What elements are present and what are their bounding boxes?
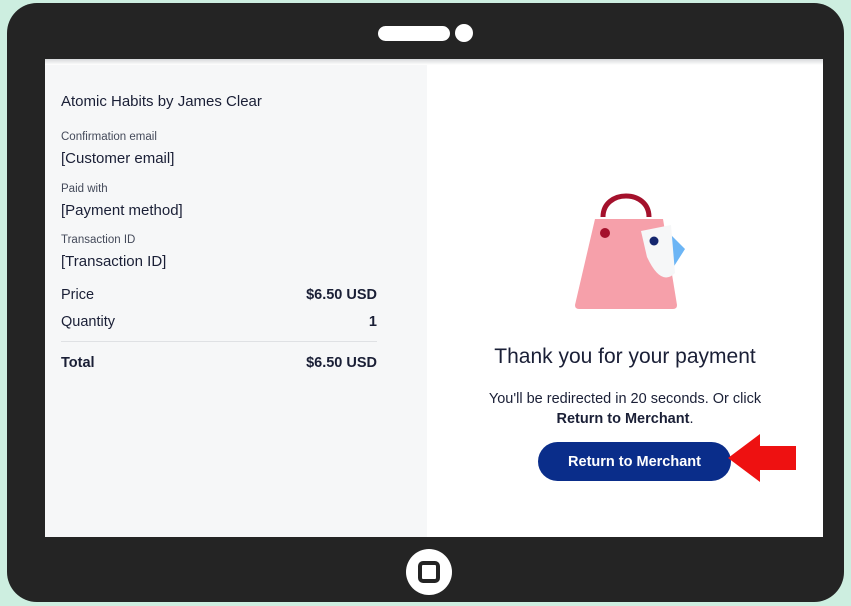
- confirmation-email-value: [Customer email]: [61, 150, 175, 167]
- order-summary-panel: Atomic Habits by James Clear Confirmatio…: [45, 65, 427, 537]
- transaction-id-label: Transaction ID: [61, 234, 136, 246]
- confirmation-email-label: Confirmation email: [61, 131, 157, 143]
- transaction-id-value: [Transaction ID]: [61, 253, 167, 270]
- thank-you-heading: Thank you for your payment: [494, 345, 756, 368]
- quantity-label: Quantity: [61, 314, 115, 330]
- speaker-slot: [378, 26, 450, 41]
- product-title: Atomic Habits by James Clear: [61, 93, 262, 110]
- camera-dot: [455, 24, 473, 42]
- tablet-frame: Atomic Habits by James Clear Confirmatio…: [7, 3, 844, 602]
- home-square-icon: [418, 561, 440, 583]
- total-label: Total: [61, 355, 95, 371]
- paid-with-value: [Payment method]: [61, 202, 183, 219]
- redirect-text: You'll be redirected in 20 seconds. Or c…: [488, 391, 762, 407]
- redirect-end: .: [689, 411, 694, 427]
- screen: Atomic Habits by James Clear Confirmatio…: [45, 59, 823, 537]
- redirect-message: You'll be redirected in 20 seconds. Or c…: [467, 389, 783, 429]
- redirect-link[interactable]: Return to Merchant: [557, 411, 690, 427]
- quantity-value: 1: [368, 314, 377, 330]
- price-label: Price: [61, 287, 95, 303]
- total-value: $6.50 USD: [306, 355, 377, 371]
- red-arrow-left-icon: [728, 434, 796, 482]
- shopping-bag-icon: [575, 193, 685, 309]
- summary-divider: [61, 341, 377, 342]
- return-to-merchant-button[interactable]: Return to Merchant: [538, 442, 731, 481]
- price-value: $6.50 USD: [306, 287, 377, 303]
- paid-with-label: Paid with: [61, 183, 108, 195]
- home-button-icon[interactable]: [406, 549, 452, 595]
